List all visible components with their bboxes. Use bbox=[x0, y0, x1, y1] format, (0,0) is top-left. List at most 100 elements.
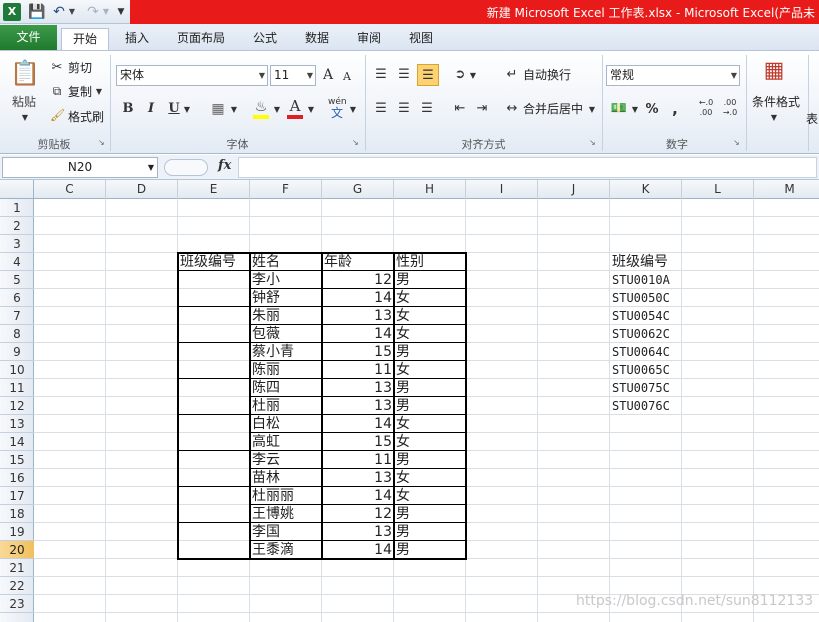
tab-page-layout[interactable]: 页面布局 bbox=[168, 28, 234, 50]
table-cell[interactable]: 男 bbox=[394, 271, 466, 289]
table-cell[interactable]: 苗林 bbox=[250, 469, 322, 487]
table-cell[interactable]: 白松 bbox=[250, 415, 322, 433]
table-header-cell[interactable]: 性别 bbox=[394, 253, 466, 271]
undo-icon[interactable]: ↶ bbox=[50, 3, 68, 21]
table-cell[interactable] bbox=[178, 523, 250, 541]
table-cell[interactable]: 女 bbox=[394, 487, 466, 505]
table-cell[interactable] bbox=[178, 487, 250, 505]
class-list-cell[interactable]: STU0050C bbox=[610, 289, 682, 307]
table-header-cell[interactable]: 年龄 bbox=[322, 253, 394, 271]
formula-input[interactable] bbox=[238, 157, 817, 178]
number-launcher-icon[interactable]: ↘ bbox=[733, 139, 742, 148]
customize-toolbar-icon[interactable]: ▼ bbox=[116, 3, 126, 21]
insert-function-icon[interactable]: fx bbox=[218, 158, 231, 173]
row-header-23[interactable]: 23 bbox=[0, 595, 34, 613]
align-bottom-icon[interactable]: ☰ bbox=[417, 64, 439, 86]
align-left-icon[interactable]: ☰ bbox=[373, 101, 389, 116]
align-right-icon[interactable]: ☰ bbox=[419, 101, 435, 116]
column-header-m[interactable]: M bbox=[754, 180, 819, 199]
spreadsheet-grid[interactable]: CDEFGHIJKLM 1 2 3 4 5 6 7 8 9 10 11 12 13 14 15 16 17 18 1… bbox=[0, 180, 819, 622]
table-cell[interactable]: 12 bbox=[322, 271, 394, 289]
format-painter-button[interactable]: 格式刷 bbox=[68, 106, 104, 128]
class-list-cell[interactable]: STU0065C bbox=[610, 361, 682, 379]
table-cell[interactable]: 女 bbox=[394, 325, 466, 343]
table-cell[interactable]: 蔡小青 bbox=[250, 343, 322, 361]
row-header-22[interactable]: 22 bbox=[0, 577, 34, 595]
align-center-icon[interactable]: ☰ bbox=[396, 101, 412, 116]
excel-app-icon[interactable]: X bbox=[3, 3, 21, 21]
row-header-11[interactable]: 11 bbox=[0, 379, 34, 397]
tab-data[interactable]: 数据 bbox=[296, 28, 338, 50]
table-cell[interactable]: 11 bbox=[322, 361, 394, 379]
table-cell[interactable]: 15 bbox=[322, 343, 394, 361]
table-cell[interactable]: 13 bbox=[322, 523, 394, 541]
merge-dropdown-icon[interactable]: ▼ bbox=[588, 105, 596, 114]
table-cell[interactable]: 女 bbox=[394, 433, 466, 451]
wrap-text-icon[interactable]: ↵ bbox=[504, 67, 520, 82]
table-cell[interactable]: 包薇 bbox=[250, 325, 322, 343]
table-cell[interactable]: 13 bbox=[322, 307, 394, 325]
row-header-7[interactable]: 7 bbox=[0, 307, 34, 325]
table-cell[interactable]: 15 bbox=[322, 433, 394, 451]
paste-dropdown-icon[interactable]: ▼ bbox=[20, 113, 30, 122]
table-cell[interactable]: 高虹 bbox=[250, 433, 322, 451]
tab-formulas[interactable]: 公式 bbox=[244, 28, 286, 50]
table-cell[interactable]: 女 bbox=[394, 289, 466, 307]
row-header-9[interactable]: 9 bbox=[0, 343, 34, 361]
tab-review[interactable]: 审阅 bbox=[348, 28, 390, 50]
table-cell[interactable]: 14 bbox=[322, 541, 394, 559]
currency-icon[interactable]: 💵 bbox=[610, 101, 628, 116]
table-cell[interactable]: 男 bbox=[394, 379, 466, 397]
table-cell[interactable]: 女 bbox=[394, 361, 466, 379]
table-cell[interactable]: 女 bbox=[394, 415, 466, 433]
column-header-i[interactable]: I bbox=[466, 180, 538, 199]
table-cell[interactable]: 11 bbox=[322, 451, 394, 469]
underline-button[interactable]: U bbox=[168, 101, 180, 116]
border-dropdown-icon[interactable]: ▼ bbox=[230, 105, 238, 114]
conditional-dropdown-icon[interactable]: ▼ bbox=[770, 113, 778, 122]
comma-button[interactable]: , bbox=[670, 100, 680, 118]
bold-button[interactable]: B bbox=[121, 101, 135, 116]
row-header-6[interactable]: 6 bbox=[0, 289, 34, 307]
cut-button[interactable]: 剪切 bbox=[68, 57, 92, 79]
paste-button[interactable]: 粘贴 bbox=[12, 91, 36, 113]
row-header-4[interactable]: 4 bbox=[0, 253, 34, 271]
table-cell[interactable]: 14 bbox=[322, 487, 394, 505]
fill-color-icon[interactable]: ♨ bbox=[253, 99, 269, 119]
phonetic-dropdown-icon[interactable]: ▼ bbox=[349, 105, 357, 114]
class-list-cell[interactable]: STU0062C bbox=[610, 325, 682, 343]
table-cell[interactable] bbox=[178, 541, 250, 559]
decrease-indent-icon[interactable]: ⇤ bbox=[452, 101, 468, 116]
table-cell[interactable]: 男 bbox=[394, 343, 466, 361]
table-cell[interactable]: 王博姚 bbox=[250, 505, 322, 523]
table-cell[interactable]: 14 bbox=[322, 325, 394, 343]
decrease-decimal-button[interactable]: .00 →.0 bbox=[720, 98, 740, 118]
row-header-20[interactable]: 20 bbox=[0, 541, 34, 559]
cut-icon[interactable]: ✂ bbox=[50, 60, 64, 75]
row-header-5[interactable]: 5 bbox=[0, 271, 34, 289]
class-list-cell[interactable]: STU0076C bbox=[610, 397, 682, 415]
column-header-e[interactable]: E bbox=[178, 180, 250, 199]
table-cell[interactable] bbox=[178, 343, 250, 361]
table-cell[interactable]: 陈四 bbox=[250, 379, 322, 397]
table-cell[interactable]: 李国 bbox=[250, 523, 322, 541]
tab-view[interactable]: 视图 bbox=[400, 28, 442, 50]
table-cell[interactable]: 14 bbox=[322, 289, 394, 307]
column-header-k[interactable]: K bbox=[610, 180, 682, 199]
table-cell[interactable]: 13 bbox=[322, 379, 394, 397]
table-cell[interactable]: 13 bbox=[322, 397, 394, 415]
table-cell[interactable]: 男 bbox=[394, 505, 466, 523]
align-middle-icon[interactable]: ☰ bbox=[396, 67, 412, 82]
row-header-15[interactable]: 15 bbox=[0, 451, 34, 469]
row-header-18[interactable]: 18 bbox=[0, 505, 34, 523]
column-header-l[interactable]: L bbox=[682, 180, 754, 199]
merge-center-icon[interactable]: ↔ bbox=[504, 101, 520, 116]
wrap-text-button[interactable]: 自动换行 bbox=[523, 64, 571, 86]
class-list-header[interactable]: 班级编号 bbox=[610, 253, 682, 271]
table-cell[interactable] bbox=[178, 361, 250, 379]
conditional-formatting-icon[interactable]: ▦ bbox=[760, 57, 788, 85]
increase-indent-icon[interactable]: ⇥ bbox=[474, 101, 490, 116]
table-cell[interactable]: 女 bbox=[394, 469, 466, 487]
format-as-table-button[interactable]: 表 bbox=[806, 108, 818, 130]
row-header-10[interactable]: 10 bbox=[0, 361, 34, 379]
